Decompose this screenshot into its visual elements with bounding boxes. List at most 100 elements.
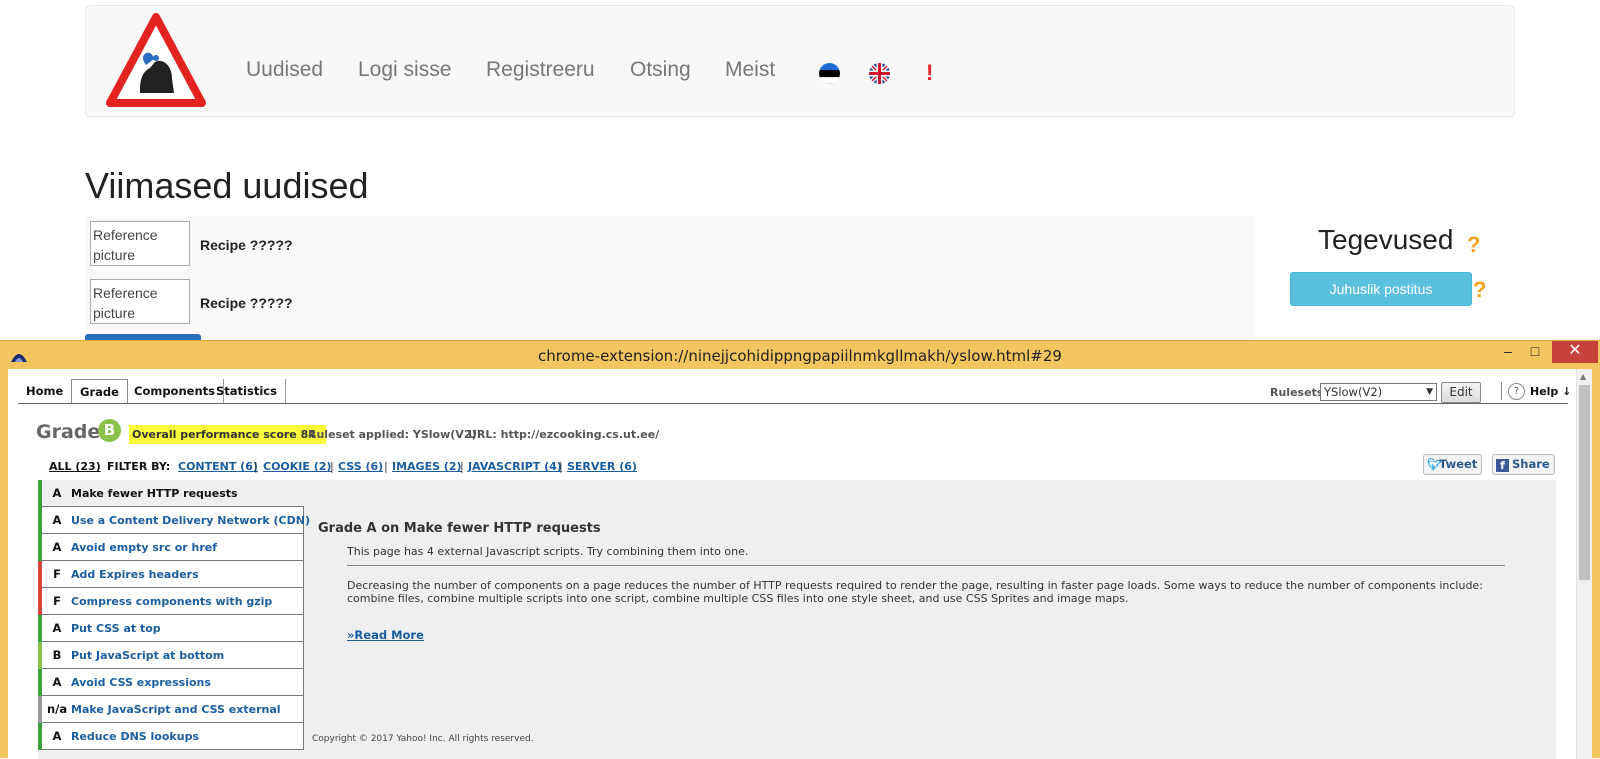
grade-label: Grade xyxy=(36,421,101,443)
scrollbar-thumb[interactable] xyxy=(1579,385,1590,580)
alert-icon[interactable]: ! xyxy=(926,60,933,86)
rule-row[interactable]: F Compress components with gzip xyxy=(38,588,304,615)
divider xyxy=(1501,382,1502,400)
filter-cookie[interactable]: COOKIE (2) xyxy=(263,460,331,473)
rule-row[interactable]: A Use a Content Delivery Network (CDN) xyxy=(38,507,310,534)
minimize-button[interactable]: – xyxy=(1493,341,1523,363)
rule-grade: A xyxy=(52,675,62,689)
filter-all[interactable]: ALL (23) xyxy=(49,460,101,473)
rule-name[interactable]: Avoid empty src or href xyxy=(71,534,217,561)
rule-grade: B xyxy=(52,648,62,662)
rule-row[interactable]: n/a Make JavaScript and CSS external xyxy=(38,696,304,723)
news-panel: Reference picture Recipe ????? Reference… xyxy=(85,216,1255,342)
rule-row[interactable]: A Reduce DNS lookups xyxy=(38,723,304,750)
news-image-placeholder: Reference picture xyxy=(90,279,190,324)
rules-list: A Make fewer HTTP requests A Use a Content … xyxy=(38,480,310,750)
rule-row[interactable]: A Avoid empty src or href xyxy=(38,534,304,561)
sidebar-title: Tegevused xyxy=(1318,224,1454,255)
grade-color-bar xyxy=(38,696,42,723)
ruleset-applied: Ruleset applied: YSlow(V2) xyxy=(308,428,477,441)
rule-row[interactable]: B Put JavaScript at bottom xyxy=(38,642,304,669)
filter-by-label: FILTER BY: xyxy=(107,460,171,473)
filter-javascript[interactable]: JAVASCRIPT (4) xyxy=(468,460,562,473)
rule-name[interactable]: Reduce DNS lookups xyxy=(71,723,199,750)
rule-grade: n/a xyxy=(47,702,68,716)
logo-warning-sign-icon[interactable] xyxy=(106,13,206,109)
scroll-up-arrow-icon[interactable]: ▲ xyxy=(1580,372,1586,381)
nav-search[interactable]: Otsing xyxy=(630,58,691,82)
news-title[interactable]: Recipe ????? xyxy=(200,295,293,311)
grade-color-bar xyxy=(38,480,42,507)
rulesets-label: Rulesets xyxy=(1270,386,1324,399)
dropdown-arrow-icon: ▼ xyxy=(1426,387,1433,397)
news-item[interactable]: Reference picture Recipe ????? xyxy=(90,221,690,266)
detail-message: This page has 4 external Javascript scri… xyxy=(347,545,749,558)
rule-row[interactable]: A Make fewer HTTP requests xyxy=(38,480,304,507)
random-post-button[interactable]: Juhuslik postitus xyxy=(1290,272,1472,306)
tab-divider xyxy=(18,403,1568,404)
detail-description: Decreasing the number of components on a… xyxy=(347,579,1483,605)
filter-content[interactable]: CONTENT (6) xyxy=(178,460,258,473)
grade-color-bar xyxy=(38,507,42,534)
yslow-panel: Home Grade Components Statistics Ruleset… xyxy=(8,369,1592,759)
tab-home[interactable]: Home xyxy=(18,379,73,403)
window-title: chrome-extension://ninejjcohidippngpapii… xyxy=(538,347,1062,365)
twitter-bird-icon: 🐦︎ xyxy=(1427,457,1442,471)
rule-name[interactable]: Avoid CSS expressions xyxy=(71,669,211,696)
extension-window: chrome-extension://ninejjcohidippngpapii… xyxy=(0,340,1600,759)
rule-grade: A xyxy=(52,729,62,743)
site-navbar: Uudised Logi sisse Registreeru Otsing Me… xyxy=(85,5,1515,117)
rule-name[interactable]: Put CSS at top xyxy=(71,615,161,642)
nav-register[interactable]: Registreeru xyxy=(486,58,595,82)
uk-flag-icon[interactable] xyxy=(869,63,890,84)
grade-color-bar xyxy=(38,615,42,642)
rule-row[interactable]: A Avoid CSS expressions xyxy=(38,669,304,696)
filter-separator: | xyxy=(460,460,464,473)
filter-separator: | xyxy=(384,460,388,473)
grade-color-bar xyxy=(38,723,42,750)
grade-color-bar xyxy=(38,669,42,696)
edit-ruleset-button[interactable]: Edit xyxy=(1441,382,1481,403)
filter-server[interactable]: SERVER (6) xyxy=(567,460,637,473)
nav-uudised[interactable]: Uudised xyxy=(246,58,323,82)
maximize-button[interactable]: □ xyxy=(1520,341,1550,363)
detail-divider xyxy=(347,565,1505,566)
rule-grade: F xyxy=(53,567,61,581)
rule-name[interactable]: Put JavaScript at bottom xyxy=(71,642,224,669)
grade-color-bar xyxy=(38,534,42,561)
rule-name[interactable]: Use a Content Delivery Network (CDN) xyxy=(71,507,310,534)
rule-name[interactable]: Make fewer HTTP requests xyxy=(71,480,238,507)
news-image-placeholder: Reference picture xyxy=(90,221,190,266)
rule-name[interactable]: Add Expires headers xyxy=(71,561,199,588)
tab-grade[interactable]: Grade xyxy=(71,379,128,404)
help-question-icon[interactable]: ? xyxy=(1467,232,1480,258)
rulesets-select[interactable]: YSlow(V2) ▼ xyxy=(1320,383,1437,401)
rule-name[interactable]: Compress components with gzip xyxy=(71,588,272,615)
rule-grade: F xyxy=(53,594,61,608)
rule-row[interactable]: A Put CSS at top xyxy=(38,615,304,642)
help-question-icon[interactable]: ? xyxy=(1473,277,1486,303)
close-button[interactable]: ✕ xyxy=(1552,341,1598,363)
vertical-scrollbar[interactable]: ▲ xyxy=(1576,369,1592,759)
rule-name[interactable]: Make JavaScript and CSS external xyxy=(71,696,281,723)
filter-css[interactable]: CSS (6) xyxy=(338,460,383,473)
rule-row[interactable]: F Add Expires headers xyxy=(38,561,304,588)
news-item[interactable]: Reference picture Recipe ????? xyxy=(90,279,690,324)
page-title: Viimased uudised xyxy=(85,165,369,206)
overall-score: Overall performance score 84 xyxy=(129,425,326,444)
tab-statistics[interactable]: Statistics xyxy=(208,379,286,403)
help-icon[interactable]: ? xyxy=(1508,383,1525,400)
read-more-link[interactable]: »Read More xyxy=(347,628,424,642)
share-label: Share xyxy=(1512,457,1550,471)
help-menu[interactable]: Help ↓ xyxy=(1530,385,1571,398)
nav-login[interactable]: Logi sisse xyxy=(358,58,451,82)
nav-about[interactable]: Meist xyxy=(725,58,775,82)
tweet-button[interactable]: 🐦︎Tweet xyxy=(1423,454,1483,475)
filter-images[interactable]: IMAGES (2) xyxy=(392,460,462,473)
grade-color-bar xyxy=(38,588,42,615)
estonian-flag-icon[interactable] xyxy=(819,63,840,84)
facebook-share-button[interactable]: f Share xyxy=(1492,454,1555,475)
analyzed-url: URL: http://ezcooking.cs.ut.ee/ xyxy=(468,428,660,441)
news-title[interactable]: Recipe ????? xyxy=(200,237,293,253)
rulesets-selected-value: YSlow(V2) xyxy=(1324,385,1383,399)
